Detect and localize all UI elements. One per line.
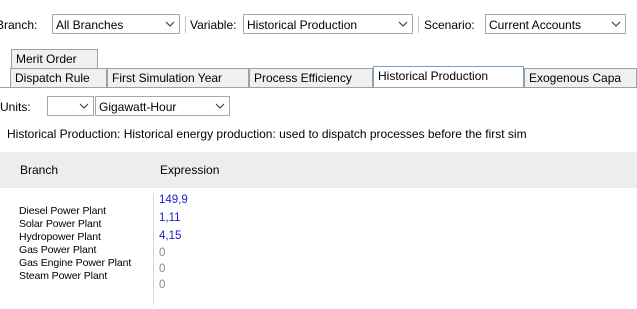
unit-prefix-select[interactable] [47,96,94,116]
toolbar: Branch: All Branches Variable: Historica… [0,14,637,36]
unit-select-value: Gigawatt-Hour [99,100,177,114]
variable-description: Historical Production: Historical energy… [7,127,527,141]
column-header-branch[interactable]: Branch [20,163,58,177]
column-header-expression[interactable]: Expression [160,163,219,177]
row-branch-diesel-power-plant[interactable]: Diesel Power Plant [19,205,106,217]
scenario-label: Scenario: [424,18,475,32]
tab-merit-order[interactable]: Merit Order [11,49,98,68]
branch-select-value: All Branches [56,18,124,32]
toolbar-separator [418,16,419,33]
variable-select-value: Historical Production [247,18,358,32]
row-branch-steam-power-plant[interactable]: Steam Power Plant [19,270,107,282]
chevron-down-icon[interactable] [607,15,625,33]
variable-select[interactable]: Historical Production [243,14,413,34]
row-branch-hydropower-plant[interactable]: Hydropower Plant [19,231,101,243]
tab-process-efficiency[interactable]: Process Efficiency [249,68,373,87]
row-expression-steam-power-plant[interactable]: 0 [159,279,165,291]
tab-dispatch-rule[interactable]: Dispatch Rule [10,68,107,87]
row-expression-gas-power-plant[interactable]: 0 [159,247,165,259]
row-expression-hydropower-plant[interactable]: 4,15 [159,230,181,242]
tab-first-simulation-year[interactable]: First Simulation Year [107,68,249,87]
unit-select[interactable]: Gigawatt-Hour [95,96,230,116]
branch-select[interactable]: All Branches [52,14,180,34]
row-branch-solar-power-plant[interactable]: Solar Power Plant [19,218,101,230]
row-branch-gas-engine-power-plant[interactable]: Gas Engine Power Plant [19,257,131,269]
column-divider [153,193,154,305]
chevron-down-icon[interactable] [75,97,93,115]
row-expression-diesel-power-plant[interactable]: 149,9 [159,194,188,206]
units-label: Units: [0,100,31,114]
row-branch-gas-power-plant[interactable]: Gas Power Plant [19,244,96,256]
row-expression-gas-engine-power-plant[interactable]: 0 [159,263,165,275]
scenario-select[interactable]: Current Accounts [485,14,626,34]
grid-header: Branch Expression [0,152,637,188]
variable-label: Variable: [190,18,237,32]
chevron-down-icon[interactable] [394,15,412,33]
branch-label: Branch: [0,18,38,32]
tab-exogenous-capacity[interactable]: Exogenous Capa [524,68,637,87]
toolbar-separator [185,16,186,33]
tab-historical-production[interactable]: Historical Production [373,66,524,87]
row-expression-solar-power-plant[interactable]: 1,11 [159,212,181,224]
scenario-select-value: Current Accounts [489,18,582,32]
tab-strip-divider [0,87,637,88]
chevron-down-icon[interactable] [211,97,229,115]
chevron-down-icon[interactable] [161,15,179,33]
